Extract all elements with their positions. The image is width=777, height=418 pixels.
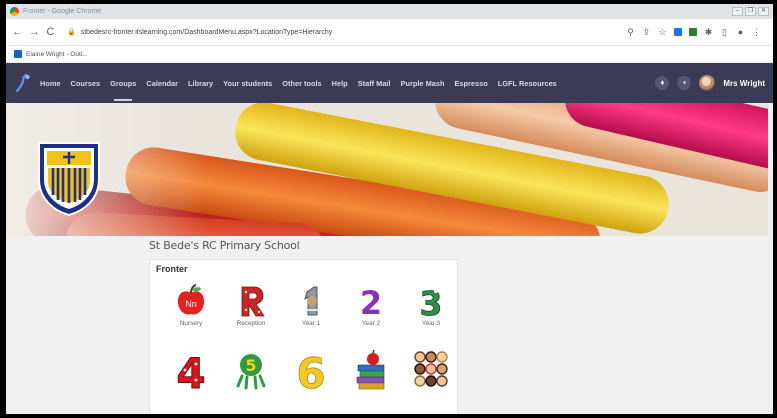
user-name[interactable]: Mrs Wright [723, 79, 765, 88]
extension-icon[interactable] [674, 28, 682, 36]
extension-icon[interactable] [689, 28, 697, 36]
tile-label: Year 3 [421, 320, 441, 327]
number-3-icon: 3 [419, 284, 443, 318]
toolbar-actions: ⚲ ⇪ ☆ ✱ ▯ ● ⋮ [626, 27, 761, 38]
svg-text:2: 2 [360, 284, 382, 318]
number-5-icon: 5 [236, 354, 266, 390]
profile-icon[interactable]: ● [736, 27, 745, 37]
svg-text:Nn: Nn [185, 299, 197, 309]
tile-nursery[interactable]: Nn Nursery [165, 284, 217, 327]
messages-icon[interactable]: ▪ [677, 76, 692, 90]
panel-title: Fronter [156, 264, 188, 274]
zoom-icon[interactable]: ⚲ [626, 27, 635, 38]
fronter-panel: Fronter Nn Nursery Reception Year 1 2 Ye… [149, 259, 458, 414]
tile-label: Nursery [179, 320, 203, 327]
window-title: Fronter - Google Chrome [23, 8, 102, 15]
nav-help[interactable]: Help [332, 79, 348, 88]
books-apple-icon [356, 350, 385, 390]
reload-icon[interactable]: C [46, 26, 55, 38]
extensions-puzzle-icon[interactable]: ✱ [704, 27, 713, 38]
notifications-bell-icon[interactable]: ♦ [655, 76, 670, 90]
browser-toolbar: ← → C 🔒 stbedesrc-fronter.itslearning.co… [6, 19, 773, 46]
nav-calendar[interactable]: Calendar [146, 79, 178, 88]
browser-window: Fronter - Google Chrome – ❐ ✕ ← → C 🔒 st… [6, 4, 773, 414]
letter-r-icon [241, 286, 265, 317]
nav-library[interactable]: Library [188, 79, 213, 88]
menu-icon[interactable]: ⋮ [752, 27, 761, 38]
tile-year-1[interactable]: Year 1 [285, 284, 337, 327]
site-navigation: Home Courses Groups Calendar Library You… [6, 63, 773, 103]
share-icon[interactable]: ⇪ [642, 27, 651, 38]
svg-text:6: 6 [296, 350, 325, 390]
dashboard-content: St Bede's RC Primary School Fronter Nn N… [6, 236, 773, 414]
number-2-icon: 2 [360, 284, 382, 318]
apple-nursery-icon: Nn [177, 284, 205, 315]
chrome-icon [10, 7, 19, 16]
url-text: stbedesrc-fronter.itslearning.com/Dashbo… [80, 28, 333, 36]
svg-text:4: 4 [176, 350, 205, 390]
page-title: St Bede's RC Primary School [149, 239, 300, 252]
itslearning-logo-icon[interactable] [16, 74, 32, 92]
nav-other-tools[interactable]: Other tools [282, 79, 321, 88]
tile-year-2[interactable]: 2 Year 2 [345, 284, 397, 327]
nav-home[interactable]: Home [40, 79, 61, 88]
maximize-button[interactable]: ❐ [745, 7, 756, 16]
nav-your-students[interactable]: Your students [223, 79, 272, 88]
tile-label: Year 1 [301, 320, 321, 327]
tile-year-4[interactable]: 4 [165, 350, 217, 392]
bookmark-link[interactable]: Elaine Wright - Outl... [26, 51, 88, 58]
nav-lgfl-resources[interactable]: LGFL Resources [498, 79, 557, 88]
tile-year-3[interactable]: 3 Year 3 [405, 284, 457, 327]
school-crest-icon [38, 142, 100, 217]
nav-purple-mash[interactable]: Purple Mash [401, 79, 445, 88]
minimize-button[interactable]: – [732, 7, 743, 16]
bookmark-star-icon[interactable]: ☆ [658, 27, 667, 38]
window-controls: – ❐ ✕ [732, 7, 769, 16]
nav-espresso[interactable]: Espresso [455, 79, 488, 88]
nav-staff-mail[interactable]: Staff Mail [358, 79, 391, 88]
back-arrow-icon[interactable]: ← [12, 26, 23, 38]
school-banner [6, 103, 773, 236]
faces-icon [414, 351, 448, 387]
number-6-icon: 6 [296, 350, 326, 390]
number-1-icon [304, 286, 318, 316]
address-bar[interactable]: 🔒 stbedesrc-fronter.itslearning.com/Dash… [63, 23, 618, 41]
nav-courses[interactable]: Courses [71, 79, 101, 88]
tile-year-5[interactable]: 5 [225, 350, 277, 392]
window-titlebar: Fronter - Google Chrome – ❐ ✕ [6, 4, 773, 19]
tile-students[interactable] [405, 350, 457, 392]
tile-reception[interactable]: Reception [225, 284, 277, 327]
svg-text:3: 3 [420, 284, 443, 318]
bookmarks-bar: Elaine Wright - Outl... [6, 46, 773, 63]
svg-text:5: 5 [245, 356, 256, 375]
tile-year-6[interactable]: 6 [285, 350, 337, 392]
tile-library[interactable] [345, 350, 397, 392]
page-scrollbar[interactable] [768, 103, 773, 236]
close-button[interactable]: ✕ [758, 7, 769, 16]
outlook-icon [14, 50, 22, 58]
nav-groups[interactable]: Groups [110, 79, 136, 101]
avatar[interactable] [699, 75, 716, 91]
user-area: ♦ ▪ Mrs Wright [655, 75, 765, 91]
lock-icon: 🔒 [67, 29, 76, 36]
tile-label: Year 2 [361, 320, 381, 327]
tile-label: Reception [236, 320, 266, 327]
forward-arrow-icon[interactable]: → [29, 26, 40, 38]
number-4-icon: 4 [176, 350, 206, 390]
sidebar-icon[interactable]: ▯ [720, 27, 729, 38]
